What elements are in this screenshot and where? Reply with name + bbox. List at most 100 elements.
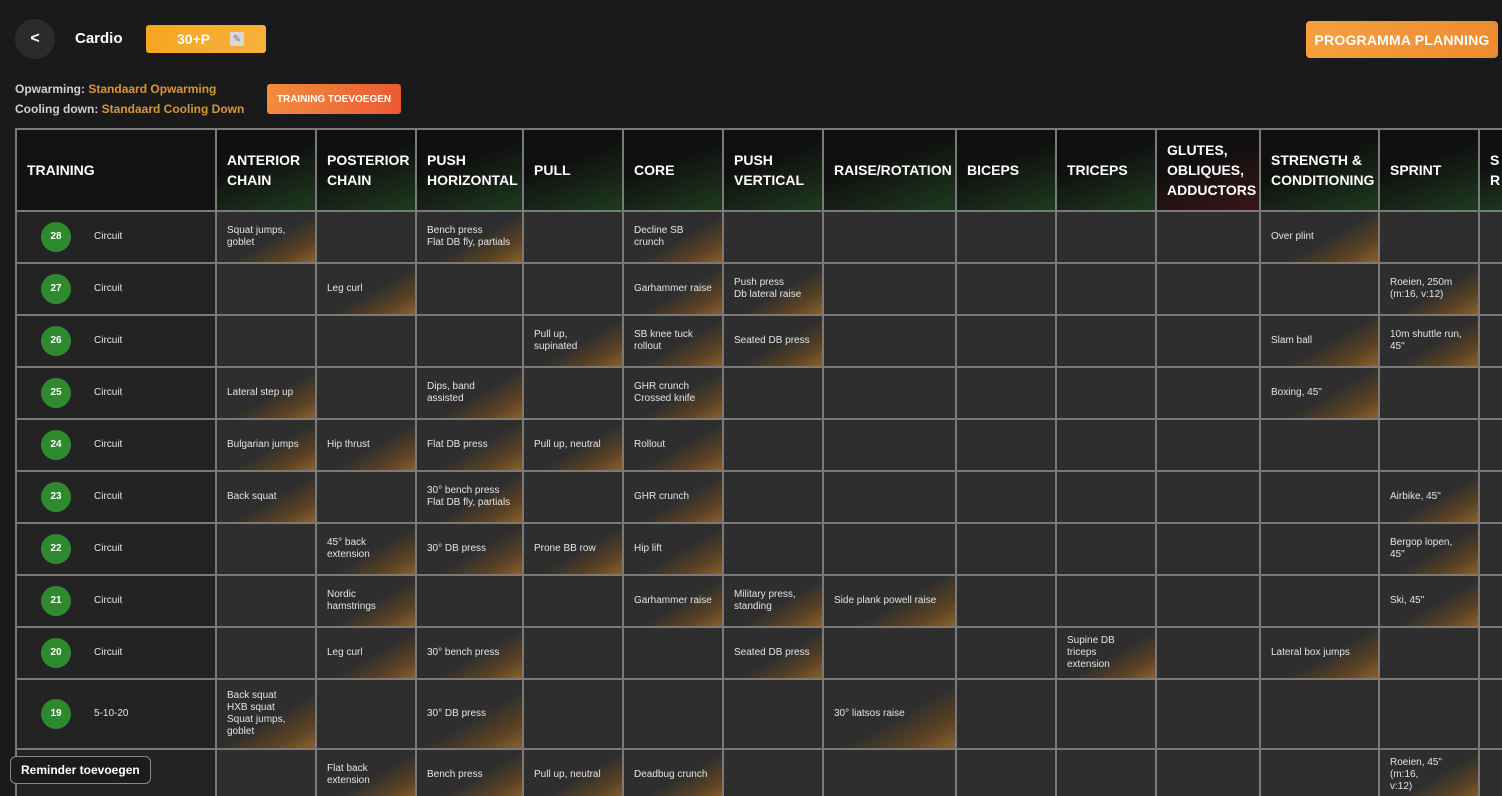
exercise-cell[interactable] xyxy=(722,210,824,264)
cooldown-link[interactable]: Standaard Cooling Down xyxy=(102,102,245,116)
exercise-cell[interactable]: Back squat xyxy=(215,470,317,524)
exercise-cell[interactable]: 30° DB press xyxy=(415,678,524,750)
exercise-cell[interactable]: Flat DB press xyxy=(415,418,524,472)
exercise-cell[interactable] xyxy=(522,626,624,680)
exercise-cell[interactable]: Seated DB press xyxy=(722,626,824,680)
exercise-cell[interactable] xyxy=(1259,748,1380,796)
exercise-cell[interactable]: 45° back extension xyxy=(315,522,417,576)
exercise-cell[interactable]: 30° DB press xyxy=(415,522,524,576)
exercise-cell[interactable]: Garhammer raise xyxy=(622,262,724,316)
exercise-cell[interactable] xyxy=(1259,470,1380,524)
exercise-cell[interactable] xyxy=(1055,314,1157,368)
exercise-cell[interactable] xyxy=(1478,262,1502,316)
exercise-cell[interactable] xyxy=(415,262,524,316)
exercise-cell[interactable] xyxy=(1155,210,1261,264)
table-row[interactable]: 23 Circuit Back squat 30° bench press Flat D… xyxy=(15,470,1502,524)
table-row[interactable]: 25 Circuit Lateral step up Dips, band assis… xyxy=(15,366,1502,420)
exercise-cell[interactable]: Ski, 45" xyxy=(1378,574,1480,628)
table-row[interactable]: 22 Circuit 45° back extension 30° DB press Pr… xyxy=(15,522,1502,576)
exercise-cell[interactable] xyxy=(1155,626,1261,680)
exercise-cell[interactable] xyxy=(1378,210,1480,264)
exercise-cell[interactable]: GHR crunch Crossed knife xyxy=(622,366,724,420)
exercise-cell[interactable]: Squat jumps, goblet xyxy=(215,210,317,264)
exercise-cell[interactable] xyxy=(1055,522,1157,576)
exercise-cell[interactable] xyxy=(955,678,1057,750)
training-cell[interactable]: 24 Circuit xyxy=(15,418,217,472)
exercise-cell[interactable]: Hip lift xyxy=(622,522,724,576)
exercise-cell[interactable]: Lateral step up xyxy=(215,366,317,420)
exercise-cell[interactable] xyxy=(1478,470,1502,524)
exercise-cell[interactable]: 30° bench press Flat DB fly, partials xyxy=(415,470,524,524)
exercise-cell[interactable]: Supine DB triceps extension xyxy=(1055,626,1157,680)
exercise-cell[interactable] xyxy=(822,314,957,368)
program-planning-button[interactable]: PROGRAMMA PLANNING xyxy=(1306,21,1498,58)
exercise-cell[interactable] xyxy=(822,418,957,472)
exercise-cell[interactable]: Prone BB row xyxy=(522,522,624,576)
exercise-cell[interactable] xyxy=(315,210,417,264)
exercise-cell[interactable] xyxy=(1478,574,1502,628)
exercise-cell[interactable] xyxy=(1055,366,1157,420)
exercise-cell[interactable] xyxy=(1478,678,1502,750)
exercise-cell[interactable]: Slam ball xyxy=(1259,314,1380,368)
table-row[interactable]: 28 Circuit Squat jumps, goblet Bench press Fl… xyxy=(15,210,1502,264)
training-cell[interactable]: 20 Circuit xyxy=(15,626,217,680)
training-cell[interactable]: 22 Circuit xyxy=(15,522,217,576)
exercise-cell[interactable]: SB knee tuck rollout xyxy=(622,314,724,368)
warmup-link[interactable]: Standaard Opwarming xyxy=(88,82,216,96)
exercise-cell[interactable] xyxy=(1055,262,1157,316)
exercise-cell[interactable] xyxy=(722,748,824,796)
exercise-cell[interactable] xyxy=(1259,678,1380,750)
exercise-cell[interactable] xyxy=(722,678,824,750)
exercise-cell[interactable] xyxy=(822,748,957,796)
exercise-cell[interactable] xyxy=(315,678,417,750)
exercise-cell[interactable] xyxy=(1478,210,1502,264)
training-cell[interactable]: 28 Circuit xyxy=(15,210,217,264)
exercise-cell[interactable] xyxy=(822,626,957,680)
exercise-cell[interactable] xyxy=(1155,748,1261,796)
exercise-cell[interactable] xyxy=(1378,626,1480,680)
exercise-cell[interactable]: Deadbug crunch xyxy=(622,748,724,796)
exercise-cell[interactable] xyxy=(1378,418,1480,472)
exercise-cell[interactable] xyxy=(1378,678,1480,750)
exercise-cell[interactable] xyxy=(1155,522,1261,576)
exercise-cell[interactable] xyxy=(1259,522,1380,576)
training-cell[interactable]: 25 Circuit xyxy=(15,366,217,420)
exercise-cell[interactable] xyxy=(522,366,624,420)
table-row[interactable]: 24 Circuit Bulgarian jumps Hip thrust Flat D… xyxy=(15,418,1502,472)
program-badge[interactable]: 30+P ✎ xyxy=(146,25,266,53)
table-row[interactable]: 27 Circuit Leg curl Garhammer raise Push pre… xyxy=(15,262,1502,316)
exercise-cell[interactable]: Airbike, 45" xyxy=(1378,470,1480,524)
exercise-cell[interactable] xyxy=(722,522,824,576)
exercise-cell[interactable] xyxy=(955,522,1057,576)
exercise-cell[interactable]: Roeien, 45" (m:16, v:12) xyxy=(1378,748,1480,796)
exercise-cell[interactable]: Lateral box jumps xyxy=(1259,626,1380,680)
exercise-cell[interactable]: Dips, band assisted xyxy=(415,366,524,420)
exercise-cell[interactable] xyxy=(215,626,317,680)
exercise-cell[interactable] xyxy=(955,470,1057,524)
exercise-cell[interactable] xyxy=(955,314,1057,368)
exercise-cell[interactable] xyxy=(522,574,624,628)
exercise-cell[interactable]: Pull up, neutral xyxy=(522,748,624,796)
exercise-cell[interactable] xyxy=(622,678,724,750)
exercise-cell[interactable] xyxy=(1478,522,1502,576)
table-row[interactable]: 19 5-10-20 Back squat HXB squat Squat jumps,… xyxy=(15,678,1502,750)
exercise-cell[interactable]: GHR crunch xyxy=(622,470,724,524)
exercise-cell[interactable] xyxy=(722,366,824,420)
exercise-cell[interactable] xyxy=(1155,366,1261,420)
exercise-cell[interactable] xyxy=(1478,626,1502,680)
training-cell[interactable]: 27 Circuit xyxy=(15,262,217,316)
add-training-button[interactable]: TRAINING TOEVOEGEN xyxy=(267,84,401,114)
exercise-cell[interactable] xyxy=(522,262,624,316)
exercise-cell[interactable]: Bulgarian jumps xyxy=(215,418,317,472)
exercise-cell[interactable]: 30° liatsos raise xyxy=(822,678,957,750)
training-cell[interactable]: 26 Circuit xyxy=(15,314,217,368)
exercise-cell[interactable] xyxy=(822,366,957,420)
exercise-cell[interactable]: Leg curl xyxy=(315,262,417,316)
exercise-cell[interactable]: Pull up, neutral xyxy=(522,418,624,472)
exercise-cell[interactable]: Roeien, 250m (m:16, v:12) xyxy=(1378,262,1480,316)
exercise-cell[interactable]: 10m shuttle run, 45" xyxy=(1378,314,1480,368)
exercise-cell[interactable] xyxy=(215,314,317,368)
table-row[interactable]: 21 Circuit Nordic hamstrings Garhammer raise… xyxy=(15,574,1502,628)
exercise-cell[interactable] xyxy=(1055,748,1157,796)
exercise-cell[interactable] xyxy=(955,748,1057,796)
